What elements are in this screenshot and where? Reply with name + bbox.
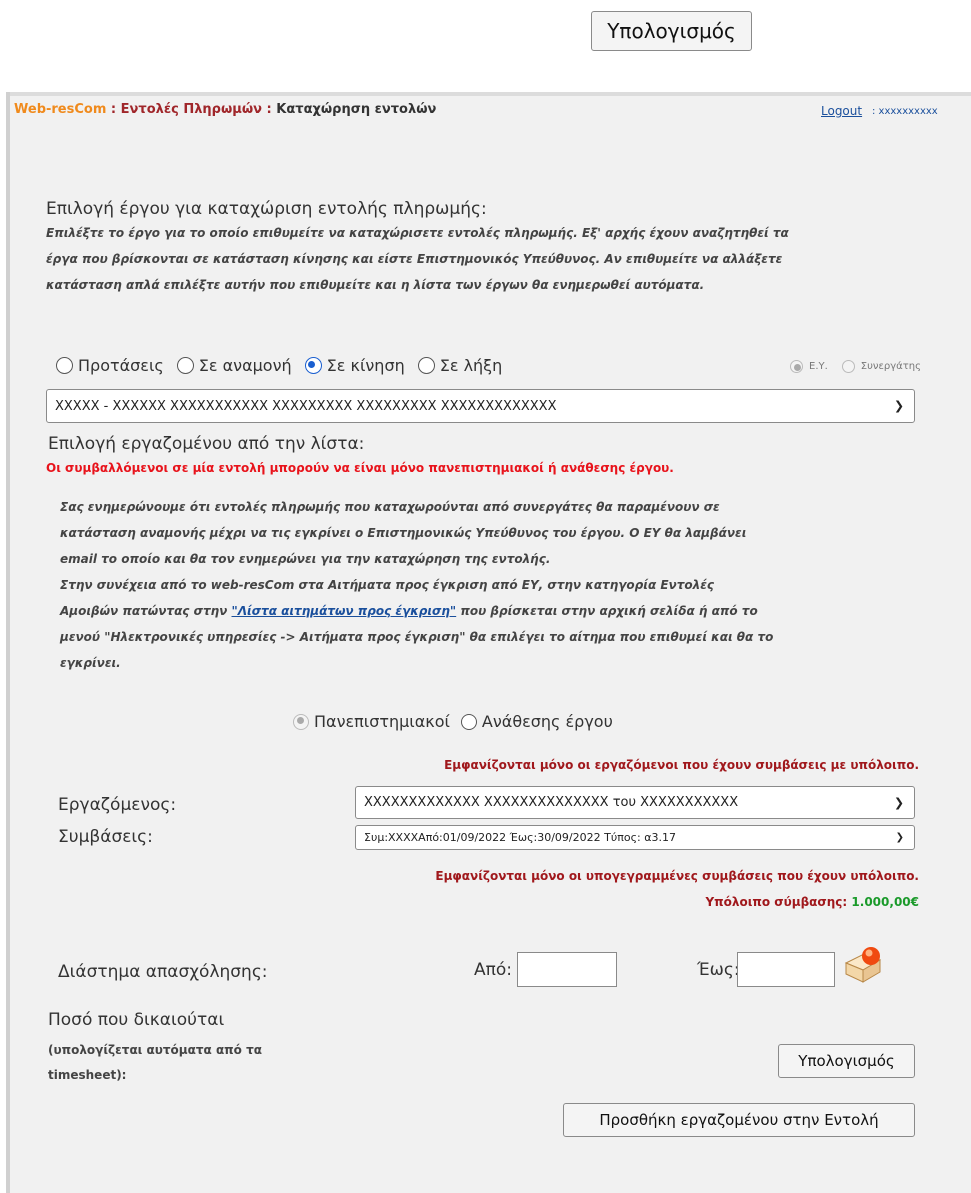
employee-select-title: Επιλογή εργαζομένου από την λίστα:	[48, 434, 365, 454]
help-line: έργα που βρίσκονται σε κατάσταση κίνησης…	[46, 252, 783, 266]
amount-sublabel: (υπολογίζεται αυτόματα από τα timesheet)…	[48, 1038, 262, 1088]
chevron-down-icon: ❯	[895, 831, 904, 843]
status-radio-group: Προτάσεις Σε αναμονή Σε κίνηση Σε λήξη	[56, 356, 502, 375]
radio-label: Συνεργάτης	[860, 361, 921, 372]
breadcrumb-separator: :	[262, 102, 277, 117]
period-label: Διάστημα απασχόλησης:	[58, 962, 268, 982]
approval-info-text: Σας ενημερώνουμε ότι εντολές πληρωμής πο…	[60, 494, 920, 676]
add-employee-button[interactable]: Προσθήκη εργαζομένου στην Εντολή	[563, 1103, 915, 1137]
info-line: εγκρίνει.	[60, 656, 121, 670]
radio-status-active[interactable]	[304, 357, 322, 374]
username-label: : xxxxxxxxxx	[872, 106, 938, 117]
info-line: κατάσταση αναμονής μέχρι να τις εγκρίνει…	[60, 526, 747, 540]
role-radio-group: Ε.Υ. Συνεργάτης	[790, 360, 921, 373]
employee-dropdown[interactable]: XXXXXXXXXXXXX XXXXXXXXXXXXXX του XXXXXXX…	[355, 786, 915, 819]
radio-status-pending[interactable]	[176, 357, 194, 374]
radio-label: Προτάσεις	[78, 356, 164, 375]
radio-label: Πανεπιστημιακοί	[314, 712, 450, 731]
calculate-button-top[interactable]: Υπολογισμός	[591, 11, 752, 51]
chevron-down-icon: ❯	[893, 794, 904, 809]
info-text: Αμοιβών πατώντας στην	[60, 604, 232, 618]
amount-label: Ποσό που δικαιούται	[48, 1010, 225, 1030]
info-line: Αμοιβών πατώντας στην "Λίστα αιτημάτων π…	[60, 598, 920, 624]
radio-label: Ε.Υ.	[809, 361, 828, 372]
employee-type-radio-group: Πανεπιστημιακοί Ανάθεσης έργου	[293, 712, 613, 731]
help-line: κατάσταση απλά επιλέξτε αυτήν που επιθυμ…	[46, 278, 705, 292]
radio-label: Σε λήξη	[439, 356, 503, 375]
calendar-picker-icon[interactable]	[842, 945, 886, 985]
radio-type-faculty[interactable]	[293, 713, 309, 730]
employee-dropdown-value: XXXXXXXXXXXXX XXXXXXXXXXXXXX του XXXXXXX…	[364, 795, 739, 810]
calculate-amount-button[interactable]: Υπολογισμός	[778, 1044, 915, 1078]
chevron-down-icon: ❯	[893, 398, 904, 413]
radio-label: Σε αναμονή	[198, 356, 292, 375]
to-date-input[interactable]	[737, 952, 835, 987]
breadcrumb: Web-resCom : Εντολές Πληρωμών : Καταχώρη…	[14, 102, 436, 117]
amount-sublabel-line: (υπολογίζεται αυτόματα από τα	[48, 1043, 263, 1057]
breadcrumb-section-link[interactable]: Εντολές Πληρωμών	[121, 102, 262, 117]
breadcrumb-current: Καταχώρηση εντολών	[276, 102, 437, 117]
contracts-dropdown[interactable]: Συμ:XXXX Από:01/09/2022 Έως:30/09/2022 Τύ…	[355, 825, 915, 850]
from-date-input[interactable]	[517, 952, 617, 987]
project-help-text: Επιλέξτε το έργο για το οποίο επιθυμείτε…	[46, 220, 789, 298]
employee-label: Εργαζόμενος:	[58, 795, 177, 815]
balance-value: 1.000,00€	[851, 895, 919, 909]
radio-label: Σε κίνηση	[326, 356, 405, 375]
project-dropdown[interactable]: XXXXX - XXXXXX XXXXXXXXXXX XXXXXXXXX XXX…	[46, 389, 915, 423]
employees-balance-note: Εμφανίζονται μόνο οι εργαζόμενοι που έχο…	[444, 758, 919, 772]
project-select-title: Επιλογή έργου για καταχώριση εντολής πλη…	[46, 199, 487, 219]
contractor-warning: Οι συμβαλλόμενοι σε μία εντολή μπορούν ν…	[46, 461, 674, 475]
radio-role-collaborator[interactable]	[841, 360, 855, 373]
radio-label: Ανάθεσης έργου	[481, 712, 613, 731]
info-line: email το οποίο και θα τον ενημερώνει για…	[60, 552, 551, 566]
radio-type-contract[interactable]	[460, 713, 477, 730]
breadcrumb-brand-link[interactable]: Web-resCom	[14, 102, 106, 117]
contract-dates: Από:01/09/2022 Έως:30/09/2022 Τύπος: α3.…	[418, 831, 676, 844]
project-dropdown-value: XXXXX - XXXXXX XXXXXXXXXXX XXXXXXXXX XXX…	[55, 398, 557, 414]
contracts-label: Συμβάσεις:	[58, 827, 153, 847]
approval-list-link[interactable]: "Λίστα αιτημάτων προς έγκριση"	[232, 604, 457, 618]
panel-top-border	[10, 92, 971, 96]
payment-order-panel: Web-resCom : Εντολές Πληρωμών : Καταχώρη…	[6, 92, 971, 1193]
contract-balance: Υπόλοιπο σύμβασης: 1.000,00€	[705, 895, 919, 909]
signed-contracts-note: Εμφανίζονται μόνο οι υπογεγραμμένες συμβ…	[435, 869, 919, 883]
radio-role-pi[interactable]	[790, 360, 803, 373]
radio-status-proposals[interactable]	[56, 357, 73, 374]
contract-id: Συμ:XXXX	[364, 831, 419, 844]
radio-status-expired[interactable]	[417, 357, 435, 374]
help-line: Επιλέξτε το έργο για το οποίο επιθυμείτε…	[46, 226, 789, 240]
info-line: Στην συνέχεια από το web-resCom στα Αιτή…	[60, 578, 715, 592]
info-line: Σας ενημερώνουμε ότι εντολές πληρωμής πο…	[60, 500, 720, 514]
breadcrumb-separator: :	[106, 102, 121, 117]
to-label: Έως:	[697, 960, 740, 980]
info-text: που βρίσκεται στην αρχική σελίδα ή από τ…	[456, 604, 758, 618]
from-label: Από:	[474, 960, 512, 980]
amount-sublabel-line: timesheet):	[48, 1068, 127, 1082]
info-line: μενού "Ηλεκτρονικές υπηρεσίες -> Αιτήματ…	[60, 630, 774, 644]
logout-link[interactable]: Logout	[821, 104, 862, 118]
balance-label: Υπόλοιπο σύμβασης:	[705, 895, 848, 909]
